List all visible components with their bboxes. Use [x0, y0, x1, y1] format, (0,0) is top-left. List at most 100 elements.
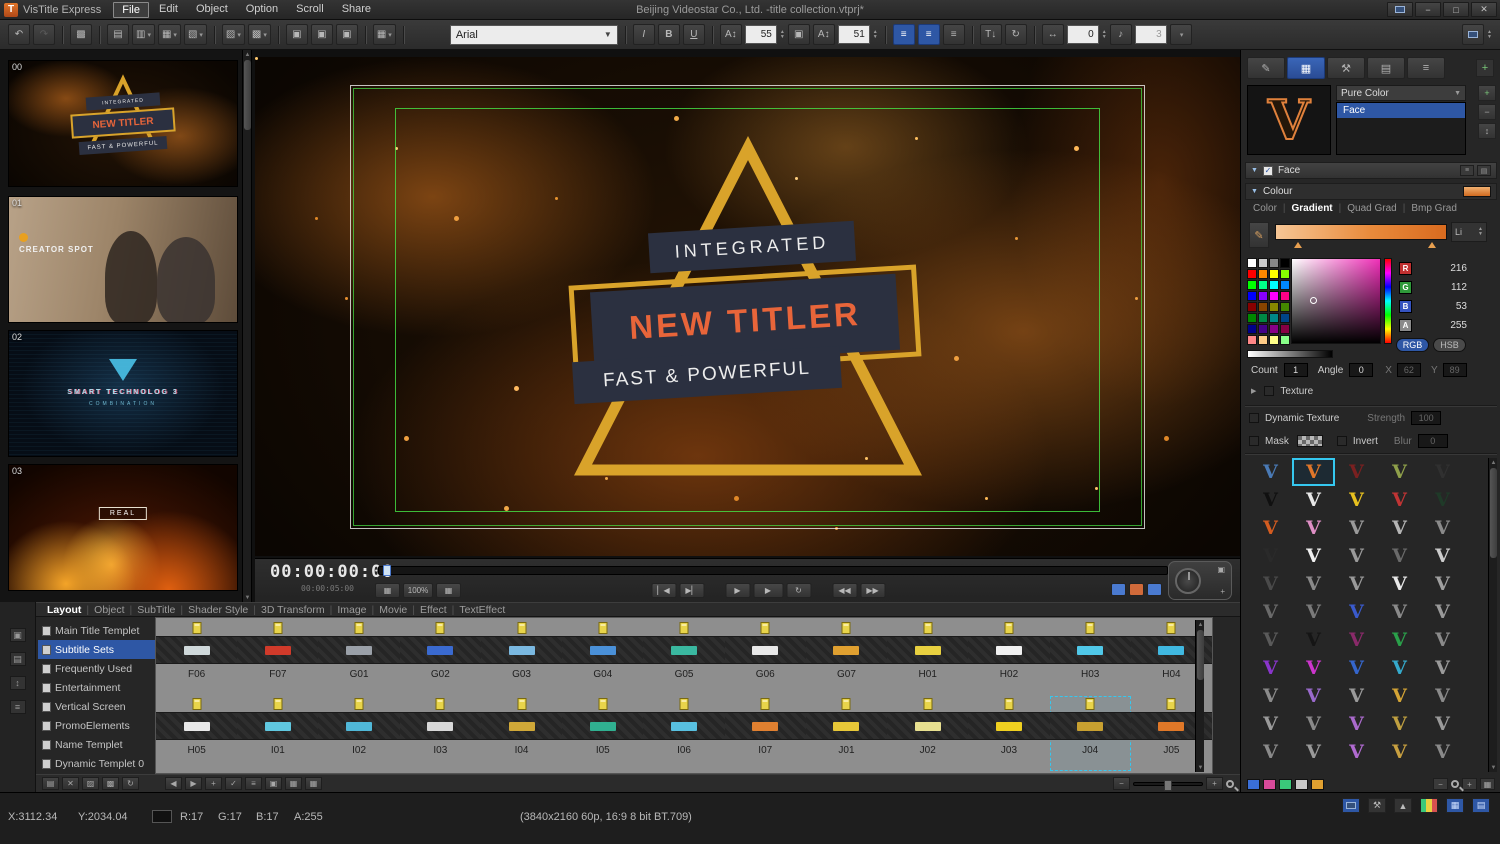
- speaker-icon[interactable]: ♪: [1109, 24, 1132, 45]
- face-list-icon[interactable]: ≡: [1460, 165, 1474, 176]
- palette-swatch[interactable]: [1280, 291, 1290, 301]
- export-button[interactable]: ▩: [247, 24, 271, 45]
- template-h05[interactable]: H05: [156, 696, 238, 771]
- timeline-scrubber[interactable]: [378, 565, 1168, 576]
- angle-field[interactable]: 0: [1349, 363, 1374, 377]
- new-document-button[interactable]: ▤: [107, 24, 129, 45]
- bold-button[interactable]: B: [657, 24, 680, 45]
- hsb-mode-button[interactable]: HSB: [1433, 338, 1466, 352]
- menu-option[interactable]: Option: [238, 2, 286, 18]
- archive-icon[interactable]: ▲: [1394, 798, 1412, 813]
- gradient-level-spinner[interactable]: Li ▲ ▼: [1451, 222, 1487, 242]
- wrench-icon[interactable]: ⚒: [1368, 798, 1386, 813]
- glyph-style-cell[interactable]: V: [1335, 738, 1378, 766]
- tint-tool-icon[interactable]: [1263, 778, 1276, 790]
- category-dynamic-templet-0[interactable]: Dynamic Templet 0: [38, 754, 155, 773]
- glyph-style-cell[interactable]: V: [1421, 682, 1464, 710]
- palette-swatch[interactable]: [1247, 291, 1257, 301]
- colour-mode-bmp-grad[interactable]: Bmp Grad: [1409, 203, 1459, 214]
- glyph-style-cell[interactable]: V: [1249, 626, 1292, 654]
- eraser-tool-icon[interactable]: [1295, 778, 1308, 790]
- glyph-style-cell[interactable]: V: [1292, 458, 1335, 486]
- target-icon[interactable]: +: [1220, 587, 1225, 596]
- category-subtitle-sets[interactable]: Subtitle Sets: [38, 640, 155, 659]
- background-toggle-icon[interactable]: [1129, 583, 1144, 596]
- glyph-style-cell[interactable]: V: [1335, 570, 1378, 598]
- invert-checkbox[interactable]: [1336, 436, 1347, 446]
- delete-template-button[interactable]: ✕: [62, 777, 79, 790]
- palette-swatch[interactable]: [1247, 302, 1257, 312]
- glyph-style-cell[interactable]: V: [1421, 514, 1464, 542]
- bucket-tool-icon[interactable]: [1311, 778, 1324, 790]
- glyph-style-cell[interactable]: V: [1335, 514, 1378, 542]
- tab-texteffect[interactable]: TextEffect: [454, 604, 510, 616]
- step-back-button[interactable]: ▏◀: [651, 582, 676, 598]
- tab-subtitle[interactable]: SubTitle: [132, 604, 180, 616]
- palette-swatch[interactable]: [1269, 291, 1279, 301]
- fit-view-button[interactable]: ▦: [1480, 778, 1495, 790]
- palette-swatch[interactable]: [1258, 302, 1268, 312]
- glyph-style-cell[interactable]: V: [1378, 514, 1421, 542]
- glyph-style-cell[interactable]: V: [1378, 654, 1421, 682]
- template-h03[interactable]: H03: [1049, 620, 1131, 695]
- palette-swatch[interactable]: [1258, 324, 1268, 334]
- glyph-style-cell[interactable]: V: [1335, 710, 1378, 738]
- thumb-zoom-in-button[interactable]: +: [1206, 777, 1223, 790]
- glyph-style-cell[interactable]: V: [1335, 598, 1378, 626]
- lock-panel-icon[interactable]: ▣: [9, 628, 26, 642]
- glyph-style-cell[interactable]: V: [1292, 486, 1335, 514]
- palette-swatch[interactable]: [1269, 269, 1279, 279]
- menu-scroll[interactable]: Scroll: [288, 2, 332, 18]
- output-monitor-button[interactable]: [1462, 24, 1485, 45]
- publish-button[interactable]: ▩: [70, 24, 92, 45]
- clip-thumbnail-00[interactable]: INTEGRATED NEW TITLER FAST & POWERFUL 00: [8, 60, 238, 187]
- palette-swatch[interactable]: [1247, 269, 1257, 279]
- view-mode-button[interactable]: ▦: [305, 777, 322, 790]
- category-frequently-used[interactable]: Frequently Used: [38, 659, 155, 678]
- palette-swatch[interactable]: [1280, 280, 1290, 290]
- template-g07[interactable]: G07: [805, 620, 888, 695]
- glyph-style-cell[interactable]: V: [1421, 486, 1464, 514]
- clip-thumbnail-01[interactable]: CREATOR SPOT 01: [8, 196, 238, 323]
- template-j04[interactable]: J04: [1049, 696, 1131, 771]
- channel-value[interactable]: 53: [1456, 301, 1467, 312]
- jog-wheel[interactable]: [1175, 568, 1201, 594]
- library-scrollbar[interactable]: ▲ ▼: [1195, 620, 1204, 772]
- palette-swatch[interactable]: [1280, 335, 1290, 345]
- snapshot-button[interactable]: ▦: [375, 582, 400, 598]
- channel-value[interactable]: 216: [1450, 263, 1467, 274]
- template-g01[interactable]: G01: [318, 620, 400, 695]
- channel-value[interactable]: 255: [1450, 320, 1467, 331]
- template-j01[interactable]: J01: [805, 696, 888, 771]
- glyph-style-cell[interactable]: V: [1421, 738, 1464, 766]
- glyph-style-cell[interactable]: V: [1421, 626, 1464, 654]
- favorite-template-button[interactable]: ✓: [225, 777, 242, 790]
- font-size-field[interactable]: 55: [744, 25, 777, 44]
- palette-swatch[interactable]: [1258, 291, 1268, 301]
- tab-image[interactable]: Image: [332, 604, 371, 616]
- gradient-stop[interactable]: [1428, 242, 1436, 248]
- menu-file[interactable]: File: [113, 1, 149, 18]
- filter-template-button[interactable]: ▦: [285, 777, 302, 790]
- glyph-style-cell[interactable]: V: [1378, 458, 1421, 486]
- align-center-button[interactable]: ≡: [917, 24, 940, 45]
- template-j02[interactable]: J02: [887, 696, 969, 771]
- template-j03[interactable]: J03: [968, 696, 1050, 771]
- open-button[interactable]: ▥: [132, 24, 155, 45]
- template-g03[interactable]: G03: [480, 620, 563, 695]
- palette-swatch[interactable]: [1258, 280, 1268, 290]
- gradient-stop[interactable]: [1294, 242, 1302, 248]
- glyph-style-cell[interactable]: V: [1292, 654, 1335, 682]
- go-start-button[interactable]: ◀◀: [832, 582, 857, 598]
- glyph-style-cell[interactable]: V: [1249, 682, 1292, 710]
- glyph-style-cell[interactable]: V: [1421, 654, 1464, 682]
- glyph-style-cell[interactable]: V: [1249, 598, 1292, 626]
- current-colour-swatch[interactable]: [1463, 186, 1491, 197]
- output-spinner[interactable]: ▲ ▼: [1487, 29, 1492, 40]
- vertical-text-button[interactable]: T↓: [979, 24, 1002, 45]
- template-g02[interactable]: G02: [399, 620, 481, 695]
- palette-swatch[interactable]: [1280, 324, 1290, 334]
- template-g04[interactable]: G04: [562, 620, 644, 695]
- glyph-style-cell[interactable]: V: [1378, 710, 1421, 738]
- palette-swatch[interactable]: [1258, 313, 1268, 323]
